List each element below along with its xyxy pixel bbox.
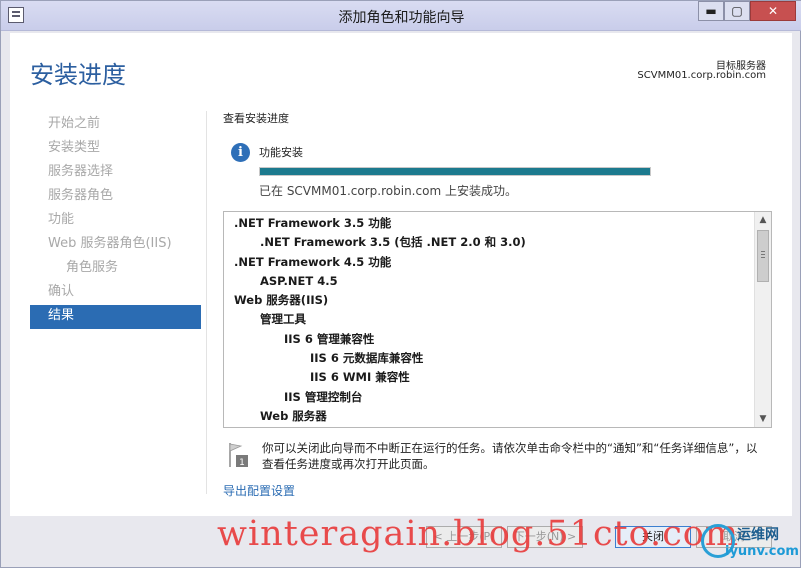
install-progress-bar bbox=[259, 167, 651, 176]
list-item: ASP.NET 4.5 bbox=[260, 273, 338, 288]
close-window-button[interactable]: ✕ bbox=[750, 1, 796, 21]
note-line-1: 你可以关闭此向导而不中断正在运行的任务。请依次单击命令栏中的“通知”和“任务详细… bbox=[262, 441, 758, 455]
list-content: .NET Framework 3.5 功能 .NET Framework 3.5 … bbox=[224, 212, 754, 427]
scroll-down-icon[interactable]: ▼ bbox=[755, 411, 771, 427]
nav-item-7[interactable]: 确认 bbox=[30, 281, 201, 305]
list-item: IIS 6 管理兼容性 bbox=[284, 331, 375, 346]
export-settings-link[interactable]: 导出配置设置 bbox=[223, 482, 295, 499]
list-item: Web 服务器(IIS) bbox=[234, 293, 329, 308]
list-scrollbar[interactable]: ▲ ▼ bbox=[754, 212, 771, 427]
nav-item-6[interactable]: 角色服务 bbox=[30, 257, 201, 281]
window-title: 添加角色和功能向导 bbox=[338, 10, 465, 26]
install-status-text: 已在 SCVMM01.corp.robin.com 上安装成功。 bbox=[259, 184, 517, 198]
logo-en-text: iyunv.com bbox=[725, 544, 799, 559]
progress-fill bbox=[260, 168, 650, 175]
wizard-note: 你可以关闭此向导而不中断正在运行的任务。请依次单击命令栏中的“通知”和“任务详细… bbox=[262, 440, 772, 472]
nav-item-8[interactable]: 结果 bbox=[30, 305, 201, 329]
scroll-grip-icon bbox=[761, 251, 765, 252]
svg-text:1: 1 bbox=[239, 458, 245, 468]
wizard-nav: 开始之前 安装类型 服务器选择 服务器角色 功能 Web 服务器角色(IIS) 角色服务 确认… bbox=[30, 113, 201, 329]
list-item: IIS 6 元数据库兼容性 bbox=[310, 351, 424, 366]
page-title: 安装进度 bbox=[30, 61, 126, 89]
wizard-content: 安装进度 目标服务器 SCVMM01.corp.robin.com 开始之前 安装… bbox=[10, 33, 792, 516]
scroll-thumb[interactable] bbox=[757, 230, 769, 282]
list-item: IIS 6 WMI 兼容性 bbox=[310, 370, 410, 385]
list-item: .NET Framework 3.5 (包括 .NET 2.0 和 3.0) bbox=[260, 235, 526, 250]
scroll-up-icon[interactable]: ▲ bbox=[755, 212, 771, 228]
status-title: 功能安装 bbox=[259, 146, 303, 159]
target-server-name: SCVMM01.corp.robin.com bbox=[637, 70, 766, 81]
title-bar[interactable]: 添加角色和功能向导 ▬ ▢ ✕ bbox=[1, 1, 801, 31]
watermark-text: winteragain.blog.51cto.com bbox=[217, 514, 740, 554]
note-line-2: 查看任务进度或再次打开此页面。 bbox=[262, 457, 435, 471]
nav-item-5[interactable]: Web 服务器角色(IIS) bbox=[30, 233, 201, 257]
nav-item-3[interactable]: 服务器角色 bbox=[30, 185, 201, 209]
logo-cn-text: 运维网 bbox=[737, 527, 779, 543]
nav-item-2[interactable]: 服务器选择 bbox=[30, 161, 201, 185]
list-item: .NET Framework 3.5 功能 bbox=[234, 216, 392, 230]
installed-features-list[interactable]: .NET Framework 3.5 功能 .NET Framework 3.5 … bbox=[223, 211, 772, 428]
list-item: .NET Framework 4.5 功能 bbox=[234, 254, 392, 269]
notification-flag-icon: 1 bbox=[229, 443, 248, 468]
site-logo: 运维网 iyunv.com bbox=[701, 522, 799, 566]
list-item: IIS 管理控制台 bbox=[284, 389, 363, 404]
nav-divider bbox=[206, 111, 207, 494]
wizard-window: 添加角色和功能向导 ▬ ▢ ✕ 安装进度 目标服务器 SCVMM01.corp.… bbox=[0, 0, 801, 568]
nav-item-1[interactable]: 安装类型 bbox=[30, 137, 201, 161]
nav-item-0[interactable]: 开始之前 bbox=[30, 113, 201, 137]
section-label: 查看安装进度 bbox=[223, 112, 289, 125]
maximize-button[interactable]: ▢ bbox=[724, 1, 750, 21]
nav-item-4[interactable]: 功能 bbox=[30, 209, 201, 233]
list-item: Web 服务器 bbox=[260, 408, 327, 423]
list-item: 管理工具 bbox=[260, 312, 306, 327]
info-icon: i bbox=[231, 143, 250, 162]
minimize-button[interactable]: ▬ bbox=[698, 1, 724, 21]
